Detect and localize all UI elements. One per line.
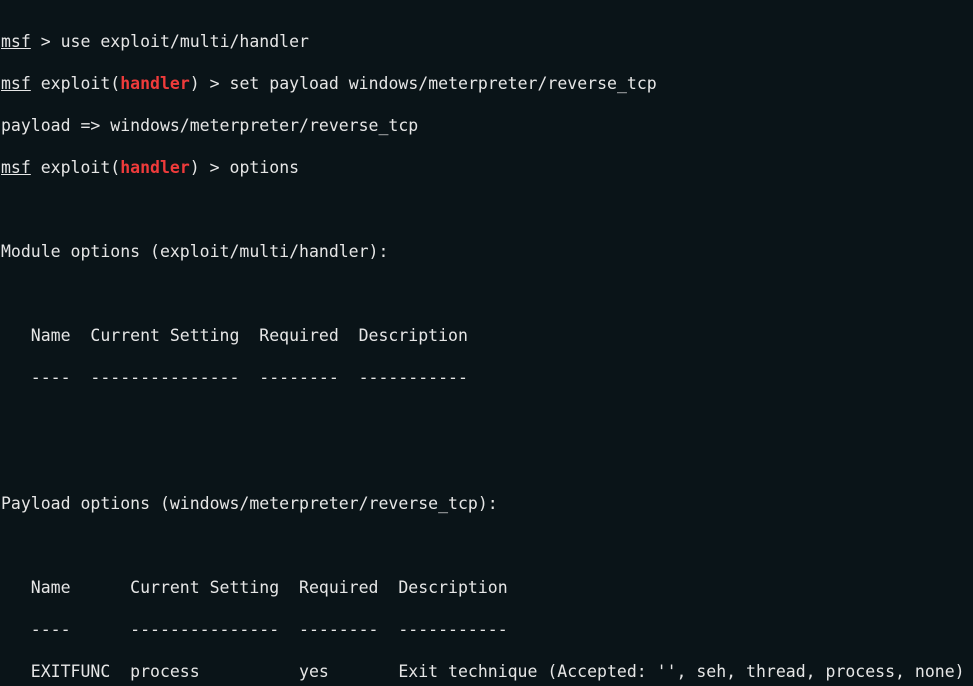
blank-line	[1, 535, 973, 556]
handler-label: handler	[120, 158, 190, 177]
payload-options-title: Payload options (windows/meterpreter/rev…	[1, 493, 973, 514]
cmd-text: use exploit/multi/handler	[61, 32, 309, 51]
blank-line	[1, 199, 973, 220]
module-options-title: Module options (exploit/multi/handler):	[1, 241, 973, 262]
module-options-sep: ---- --------------- -------- ----------…	[1, 367, 973, 388]
table-row: EXITFUNC process yes Exit technique (Acc…	[1, 661, 973, 682]
terminal[interactable]: msf > use exploit/multi/handler msf expl…	[0, 0, 973, 686]
payload-options-sep: ---- --------------- -------- ----------…	[1, 619, 973, 640]
handler-label: handler	[120, 74, 190, 93]
blank-line	[1, 451, 973, 472]
msf-label: msf	[1, 158, 31, 177]
payload-options-header: Name Current Setting Required Descriptio…	[1, 577, 973, 598]
cmd-text: set payload windows/meterpreter/reverse_…	[230, 74, 657, 93]
line-cmd-set-payload: msf exploit(handler) > set payload windo…	[1, 73, 973, 94]
blank-line	[1, 283, 973, 304]
module-options-header: Name Current Setting Required Descriptio…	[1, 325, 973, 346]
blank-line	[1, 409, 973, 430]
cmd-text: options	[230, 158, 300, 177]
line-cmd-options: msf exploit(handler) > options	[1, 157, 973, 178]
line-echo-payload: payload => windows/meterpreter/reverse_t…	[1, 115, 973, 136]
msf-label: msf	[1, 32, 31, 51]
line-cmd-use: msf > use exploit/multi/handler	[1, 31, 973, 52]
msf-label: msf	[1, 74, 31, 93]
